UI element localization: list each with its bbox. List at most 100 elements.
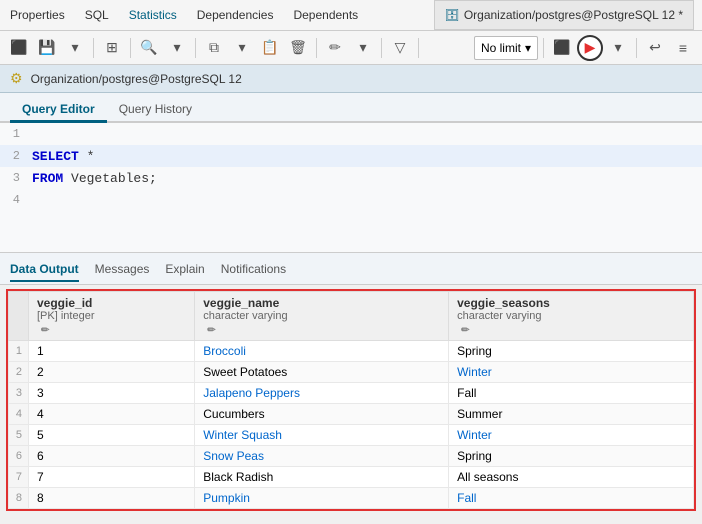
cell-veggie-season: Fall bbox=[449, 488, 694, 509]
row-number: 2 bbox=[9, 362, 29, 383]
run-button[interactable]: ▶ bbox=[577, 35, 603, 61]
cell-veggie-season: Spring bbox=[449, 341, 694, 362]
col-edit-icon-0[interactable]: ✏ bbox=[41, 325, 49, 336]
stop-button[interactable]: ⬛ bbox=[549, 36, 575, 60]
cell-veggie-name: Snow Peas bbox=[195, 446, 449, 467]
menu-sql[interactable]: SQL bbox=[83, 4, 111, 26]
tab-title-text: Organization/postgres@PostgreSQL 12 * bbox=[464, 8, 683, 22]
cell-link-veggie-name[interactable]: Winter Squash bbox=[203, 428, 282, 442]
cell-veggie-name: Jalapeno Peppers bbox=[195, 383, 449, 404]
cell-veggie-id: 8 bbox=[29, 488, 195, 509]
line-num-1: 1 bbox=[0, 127, 28, 141]
line-num-3: 3 bbox=[0, 171, 28, 185]
col-edit-icon-1[interactable]: ✏ bbox=[207, 325, 215, 336]
database-icon: 🗄 bbox=[445, 8, 460, 22]
save-button[interactable]: 💾 bbox=[34, 36, 60, 60]
line-content-2: SELECT * bbox=[28, 149, 702, 164]
from-rest: Vegetables; bbox=[63, 171, 157, 186]
row-num-header bbox=[9, 292, 29, 341]
toolbar: ⬛ 💾 ▾ ⊞ 🔍 ▾ ⧉ ▾ 📋 🗑 ✏ ▾ ▽ No limit ▾ ⬛ ▶… bbox=[0, 31, 702, 65]
col-edit-icon-2[interactable]: ✏ bbox=[461, 325, 469, 336]
save-dropdown[interactable]: ▾ bbox=[62, 36, 88, 60]
copy-button[interactable]: ⧉ bbox=[201, 36, 227, 60]
line-num-2: 2 bbox=[0, 149, 28, 163]
cell-link-veggie-season[interactable]: Winter bbox=[457, 428, 492, 442]
paste-button[interactable]: 📋 bbox=[257, 36, 283, 60]
table-row: 77Black RadishAll seasons bbox=[9, 467, 694, 488]
toolbar-sep-6 bbox=[418, 38, 419, 58]
table-body: 11BroccoliSpring22Sweet PotatoesWinter33… bbox=[9, 341, 694, 509]
editor-line-3: 3 FROM Vegetables; bbox=[0, 167, 702, 189]
table-row: 55Winter SquashWinter bbox=[9, 425, 694, 446]
tab-messages[interactable]: Messages bbox=[95, 262, 150, 282]
explain-dropdown[interactable]: ≡ bbox=[670, 36, 696, 60]
cell-link-veggie-name[interactable]: Pumpkin bbox=[203, 491, 250, 505]
menu-dependencies[interactable]: Dependencies bbox=[195, 4, 276, 26]
table-row: 33Jalapeno PeppersFall bbox=[9, 383, 694, 404]
line-num-4: 4 bbox=[0, 193, 28, 207]
table-row: 66Snow PeasSpring bbox=[9, 446, 694, 467]
select-rest: * bbox=[79, 149, 95, 164]
toolbar-sep-4 bbox=[316, 38, 317, 58]
run-dropdown[interactable]: ▾ bbox=[605, 36, 631, 60]
cell-link-veggie-name[interactable]: Snow Peas bbox=[203, 449, 264, 463]
table-row: 88PumpkinFall bbox=[9, 488, 694, 509]
keyword-select: SELECT bbox=[32, 149, 79, 164]
cell-link-veggie-season[interactable]: Winter bbox=[457, 365, 492, 379]
col-type-veggie-name: character varying bbox=[203, 310, 440, 322]
table-row: 44CucumbersSummer bbox=[9, 404, 694, 425]
cell-link-veggie-name[interactable]: Broccoli bbox=[203, 344, 246, 358]
tab-notifications[interactable]: Notifications bbox=[221, 262, 286, 282]
toolbar-sep-3 bbox=[195, 38, 196, 58]
explain-button[interactable]: ↩ bbox=[642, 36, 668, 60]
cell-veggie-name: Broccoli bbox=[195, 341, 449, 362]
delete-button[interactable]: 🗑 bbox=[285, 36, 311, 60]
menu-statistics[interactable]: Statistics bbox=[127, 4, 179, 26]
col-header-veggie-name: veggie_name character varying ✏ bbox=[195, 292, 449, 341]
col-name-veggie-name: veggie_name bbox=[203, 296, 440, 310]
editor-line-4: 4 bbox=[0, 189, 702, 211]
cell-veggie-season: Spring bbox=[449, 446, 694, 467]
editor-line-2: 2 SELECT * bbox=[0, 145, 702, 167]
toolbar-sep-5 bbox=[381, 38, 382, 58]
no-limit-dropdown[interactable]: No limit ▾ bbox=[474, 36, 538, 60]
menu-dependents[interactable]: Dependents bbox=[291, 4, 360, 26]
edit-dropdown[interactable]: ▾ bbox=[350, 36, 376, 60]
cell-veggie-id: 7 bbox=[29, 467, 195, 488]
search-button[interactable]: 🔍 bbox=[136, 36, 162, 60]
cell-veggie-season: All seasons bbox=[449, 467, 694, 488]
cell-veggie-season: Fall bbox=[449, 383, 694, 404]
cell-veggie-name: Winter Squash bbox=[195, 425, 449, 446]
view-data-button[interactable]: ⊞ bbox=[99, 36, 125, 60]
copy-dropdown[interactable]: ▾ bbox=[229, 36, 255, 60]
toolbar-sep-1 bbox=[93, 38, 94, 58]
col-header-veggie-id: veggie_id [PK] integer ✏ bbox=[29, 292, 195, 341]
connection-text: Organization/postgres@PostgreSQL 12 bbox=[31, 72, 242, 86]
editor-area[interactable]: 1 2 SELECT * 3 FROM Vegetables; 4 bbox=[0, 123, 702, 253]
menu-properties[interactable]: Properties bbox=[8, 4, 67, 26]
menu-bar: Properties SQL Statistics Dependencies D… bbox=[0, 0, 702, 31]
cell-veggie-id: 2 bbox=[29, 362, 195, 383]
toolbar-sep-2 bbox=[130, 38, 131, 58]
open-button[interactable]: ⬛ bbox=[6, 36, 32, 60]
edit-button[interactable]: ✏ bbox=[322, 36, 348, 60]
cell-veggie-name: Sweet Potatoes bbox=[195, 362, 449, 383]
table-header-row: veggie_id [PK] integer ✏ veggie_name cha… bbox=[9, 292, 694, 341]
tab-title[interactable]: 🗄 Organization/postgres@PostgreSQL 12 * bbox=[434, 0, 694, 30]
row-number: 4 bbox=[9, 404, 29, 425]
search-dropdown[interactable]: ▾ bbox=[164, 36, 190, 60]
row-number: 5 bbox=[9, 425, 29, 446]
editor-line-1: 1 bbox=[0, 123, 702, 145]
tab-query-history[interactable]: Query History bbox=[107, 96, 204, 123]
tab-query-editor[interactable]: Query Editor bbox=[10, 96, 107, 123]
filter-button[interactable]: ▽ bbox=[387, 36, 413, 60]
toolbar-sep-7 bbox=[543, 38, 544, 58]
cell-link-veggie-name[interactable]: Jalapeno Peppers bbox=[203, 386, 300, 400]
cell-veggie-name: Black Radish bbox=[195, 467, 449, 488]
cell-link-veggie-season[interactable]: Fall bbox=[457, 491, 476, 505]
tab-explain[interactable]: Explain bbox=[165, 262, 204, 282]
cell-veggie-name: Cucumbers bbox=[195, 404, 449, 425]
tab-data-output[interactable]: Data Output bbox=[10, 262, 79, 282]
cell-veggie-id: 1 bbox=[29, 341, 195, 362]
row-number: 6 bbox=[9, 446, 29, 467]
